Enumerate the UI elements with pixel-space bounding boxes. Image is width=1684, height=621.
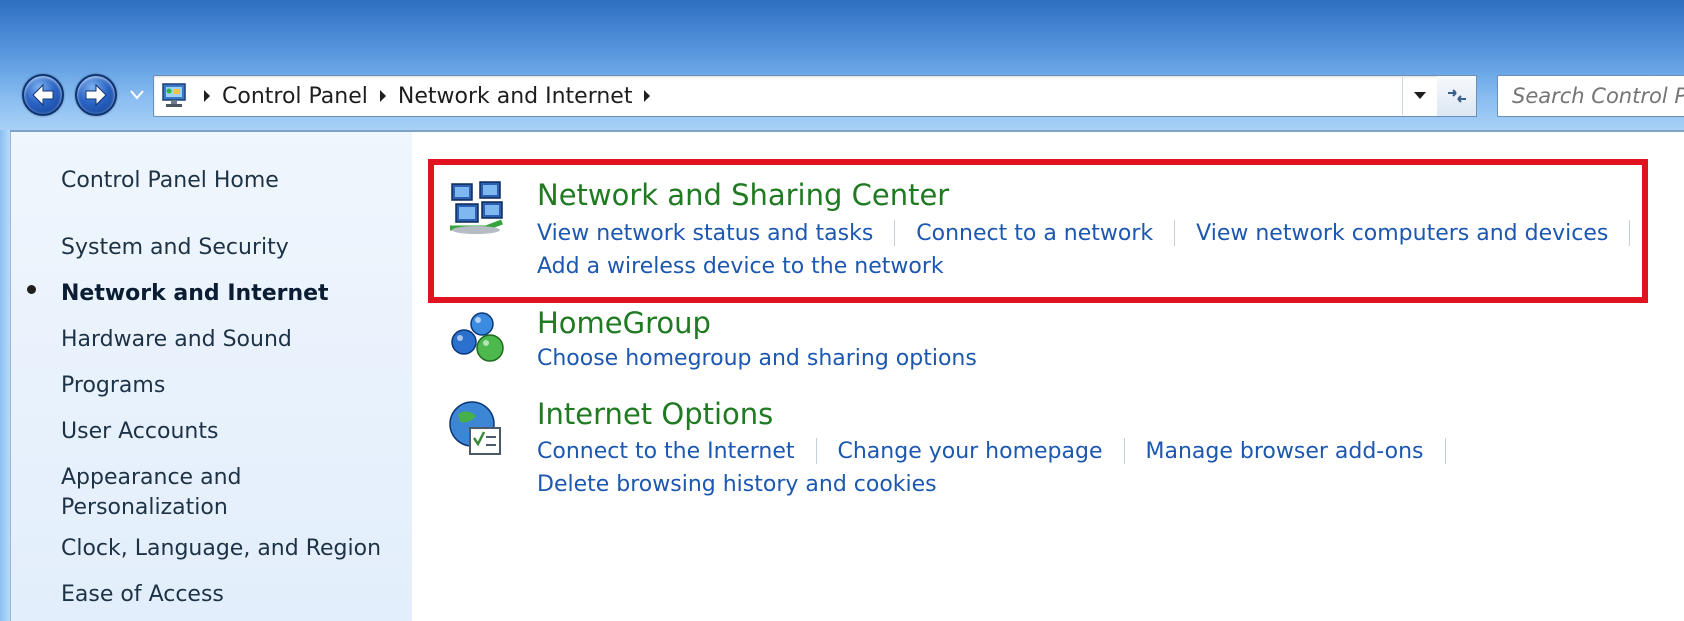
breadcrumb-arrow-icon[interactable] — [376, 86, 390, 106]
internet-options-links: Connect to the Internet Change your home… — [537, 438, 1467, 464]
link-separator — [1174, 220, 1176, 246]
link-separator — [1123, 438, 1125, 464]
arrow-right-icon — [85, 83, 107, 107]
arrow-left-icon — [32, 83, 54, 107]
link-separator — [1629, 220, 1631, 246]
breadcrumb-arrow-icon[interactable] — [640, 86, 654, 106]
link-delete-browsing-history[interactable]: Delete browsing history and cookies — [537, 472, 937, 497]
homegroup-icon[interactable] — [446, 306, 510, 370]
sidebar-item-ease-of-access[interactable]: Ease of Access — [61, 582, 224, 607]
network-sharing-links: View network status and tasks Connect to… — [537, 220, 1651, 246]
breadcrumb-control-panel[interactable]: Control Panel — [222, 84, 368, 109]
address-bar[interactable]: Control Panel Network and Internet — [153, 75, 1477, 117]
sidebar-item-personalization[interactable]: Personalization — [61, 495, 228, 520]
back-button[interactable] — [22, 74, 64, 116]
internet-options-title[interactable]: Internet Options — [537, 397, 773, 431]
search-input[interactable] — [1497, 75, 1684, 117]
sidebar-item-network-internet[interactable]: Network and Internet — [61, 281, 329, 306]
sidebar-item-system-security[interactable]: System and Security — [61, 235, 289, 260]
sidebar-item-user-accounts[interactable]: User Accounts — [61, 419, 218, 444]
control-panel-icon[interactable] — [158, 80, 192, 112]
link-view-network-status[interactable]: View network status and tasks — [537, 221, 873, 246]
window-frame-left — [0, 130, 10, 621]
address-history-dropdown[interactable] — [1402, 77, 1436, 115]
link-separator — [894, 220, 896, 246]
link-add-wireless-device[interactable]: Add a wireless device to the network — [537, 254, 944, 279]
network-sharing-center-title[interactable]: Network and Sharing Center — [537, 178, 949, 212]
link-manage-addons[interactable]: Manage browser add-ons — [1146, 439, 1424, 464]
homegroup-links: Choose homegroup and sharing options — [537, 346, 977, 371]
chevron-down-icon — [130, 90, 144, 100]
link-separator — [815, 438, 817, 464]
chevron-down-icon — [1413, 92, 1426, 99]
sidebar-item-appearance[interactable]: Appearance and — [61, 465, 241, 490]
sidebar-item-clock-language-region[interactable]: Clock, Language, and Region — [61, 536, 381, 561]
link-change-homepage[interactable]: Change your homepage — [838, 439, 1103, 464]
recent-pages-dropdown[interactable] — [124, 82, 150, 108]
link-connect-to-network[interactable]: Connect to a network — [916, 221, 1153, 246]
refresh-button[interactable] — [1437, 75, 1477, 117]
link-choose-homegroup[interactable]: Choose homegroup and sharing options — [537, 346, 977, 371]
breadcrumb-network-and-internet[interactable]: Network and Internet — [398, 84, 633, 109]
internet-options-icon[interactable] — [446, 398, 510, 462]
active-bullet — [27, 285, 36, 294]
link-view-network-computers[interactable]: View network computers and devices — [1196, 221, 1608, 246]
link-connect-to-internet[interactable]: Connect to the Internet — [537, 439, 795, 464]
link-separator — [1444, 438, 1446, 464]
refresh-icon — [1447, 89, 1466, 103]
network-sharing-icon[interactable] — [446, 178, 510, 242]
sidebar-item-programs[interactable]: Programs — [61, 373, 165, 398]
forward-button[interactable] — [75, 74, 117, 116]
breadcrumb-arrow-icon[interactable] — [200, 86, 214, 106]
homegroup-title[interactable]: HomeGroup — [537, 306, 711, 340]
sidebar-item-hardware-sound[interactable]: Hardware and Sound — [61, 327, 292, 352]
sidebar-control-panel-home[interactable]: Control Panel Home — [61, 168, 279, 193]
